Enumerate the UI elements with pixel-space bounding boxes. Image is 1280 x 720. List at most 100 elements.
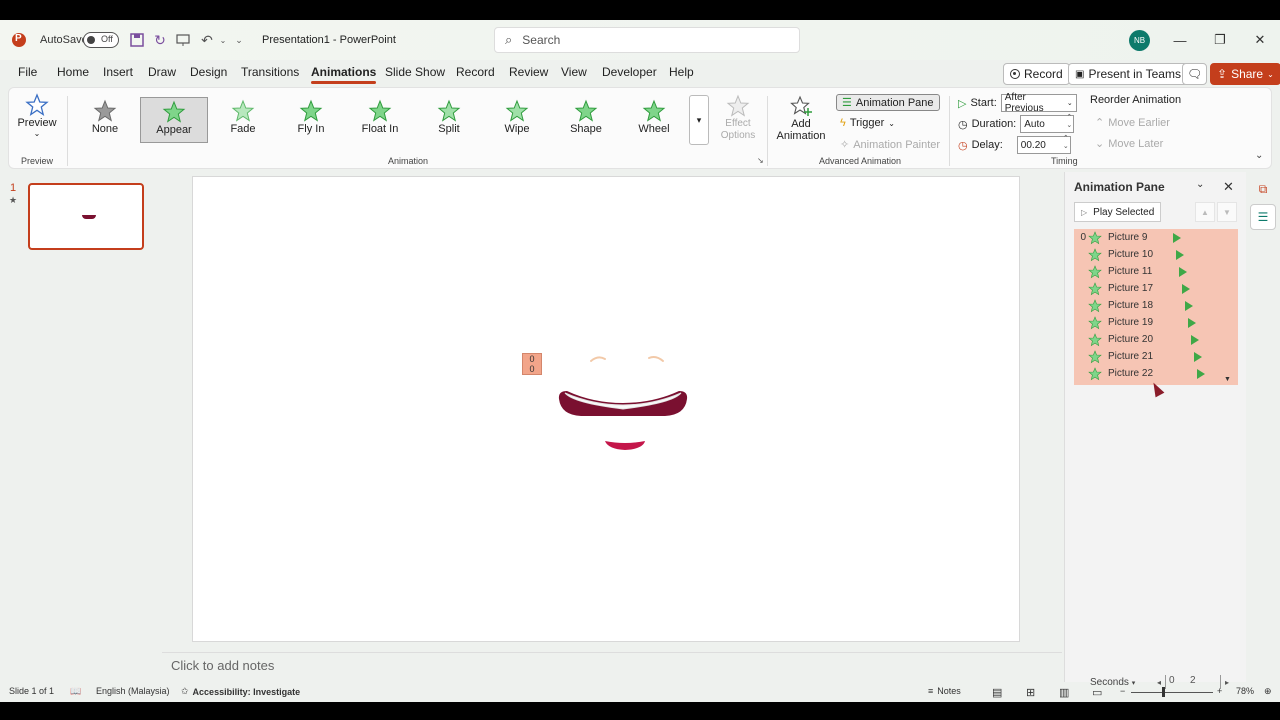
add-animation-label: Add Animation [776, 118, 826, 142]
collapse-ribbon-icon[interactable]: ⌄ [1255, 150, 1263, 161]
animation-fly-in[interactable]: Fly In [277, 97, 345, 143]
animation-split[interactable]: Split [415, 97, 483, 143]
tab-developer[interactable]: Developer [602, 65, 657, 79]
present-in-teams-button[interactable]: ▣ Present in Teams [1068, 63, 1188, 85]
close-pane-icon[interactable]: ✕ [1223, 179, 1234, 195]
play-selected-button[interactable]: ▷ Play Selected [1074, 202, 1162, 222]
timing-bar-icon [1179, 266, 1187, 277]
dialog-launcher-icon[interactable]: ↘ [757, 156, 764, 165]
designer-icon[interactable]: ⧉ [1250, 176, 1276, 202]
tab-design[interactable]: Design [190, 65, 227, 79]
start-label: Start: [970, 97, 997, 109]
slide-sorter-icon[interactable]: ⊞ [1026, 686, 1035, 699]
item-label: Picture 22 [1108, 368, 1154, 379]
list-item[interactable]: Picture 20 [1074, 331, 1238, 348]
slideshow-view-icon[interactable]: ▭ [1092, 686, 1102, 699]
move-later-button[interactable]: ⌄ Move Later [1095, 137, 1163, 151]
slide-thumbnail[interactable] [28, 183, 144, 250]
accessibility-button[interactable]: ✩ Accessibility: Investigate [181, 686, 300, 697]
gallery-more-icon: ▾ [696, 114, 702, 125]
animation-order-tag[interactable]: 0 0 [522, 353, 542, 375]
appear-effect-icon [1088, 281, 1102, 295]
item-dropdown-icon[interactable]: ▼ [1224, 376, 1231, 383]
trigger-button[interactable]: ϟ Trigger ⌄ [840, 117, 895, 129]
share-button[interactable]: ⇪ Share ⌄ [1210, 63, 1280, 85]
zoom-level[interactable]: 78% [1236, 686, 1254, 696]
effect-options-button[interactable]: Effect Options [719, 94, 757, 142]
animation-pane-button[interactable]: ☰ Animation Pane [836, 94, 940, 111]
tab-record[interactable]: Record [456, 65, 495, 79]
animation-wheel[interactable]: Wheel [620, 97, 688, 143]
fade-star-icon [231, 99, 255, 122]
list-item[interactable]: Picture 11 [1074, 263, 1238, 280]
save-icon[interactable] [127, 20, 147, 60]
tab-draw[interactable]: Draw [148, 65, 176, 79]
mouth-illustration[interactable] [553, 353, 693, 453]
zoom-out-icon[interactable]: − [1120, 686, 1125, 696]
autosave-toggle[interactable]: Off [83, 20, 119, 60]
record-button[interactable]: Record [1003, 63, 1070, 85]
tab-view[interactable]: View [561, 65, 587, 79]
tab-review[interactable]: Review [509, 65, 548, 79]
add-animation-button[interactable]: Add Animation [773, 94, 829, 142]
move-up-button[interactable]: ▲ [1195, 202, 1215, 222]
tab-help[interactable]: Help [669, 65, 694, 79]
restore-icon[interactable]: ❐ [1210, 30, 1230, 50]
avatar[interactable]: NB [1129, 30, 1150, 51]
notes-placeholder[interactable]: Click to add notes [171, 658, 274, 673]
tab-animations[interactable]: Animations [311, 65, 377, 84]
animation-pane-icon: ☰ [842, 97, 852, 109]
duration-spinner[interactable]: Auto [1020, 114, 1075, 133]
customize-qat-icon[interactable]: ⌄ [229, 20, 249, 60]
normal-view-icon[interactable]: ▤ [992, 686, 1002, 699]
animation-wipe-label: Wipe [504, 123, 530, 135]
minimize-icon[interactable]: — [1170, 30, 1190, 50]
present-icon[interactable] [173, 20, 193, 60]
tab-home[interactable]: Home [57, 65, 89, 79]
notes-button[interactable]: ≡ Notes [928, 686, 961, 696]
list-item[interactable]: Picture 17 [1074, 280, 1238, 297]
language[interactable]: English (Malaysia) [96, 686, 170, 696]
list-item[interactable]: 0 Picture 9 [1074, 229, 1238, 246]
zoom-in-icon[interactable]: + [1217, 686, 1222, 696]
gallery-more-button[interactable]: ▾ [689, 95, 709, 145]
pane-options-icon[interactable]: ⌄ [1196, 179, 1204, 190]
powerpoint-window: AutoSave Off ↻ ↶ ⌄ ⌄ Presentation1 - Pow… [0, 20, 1280, 702]
search-box[interactable]: ⌕ Search [494, 27, 800, 53]
slide-canvas[interactable]: 0 0 [192, 176, 1020, 642]
move-down-button[interactable]: ▼ [1217, 202, 1237, 222]
list-item[interactable]: Picture 18 [1074, 297, 1238, 314]
animation-float-in[interactable]: Float In [346, 97, 414, 143]
preview-button[interactable]: Preview ⌄ [17, 93, 57, 138]
comments-button[interactable]: 🗨 [1182, 63, 1208, 85]
list-item[interactable]: Picture 22 [1074, 365, 1238, 382]
down-arrow-icon: ⌄ [1095, 138, 1105, 150]
animation-shape[interactable]: Shape [552, 97, 620, 143]
animation-painter-button[interactable]: ✧ Animation Painter [840, 138, 940, 152]
animation-pane-rail-icon[interactable]: ☰ [1250, 204, 1276, 230]
start-dropdown[interactable]: After Previous ⌄ [1000, 92, 1077, 114]
list-item[interactable]: Picture 10 [1074, 246, 1238, 263]
tab-insert[interactable]: Insert [103, 65, 133, 79]
list-item[interactable]: Picture 19 [1074, 314, 1238, 331]
zoom-slider-thumb[interactable] [1162, 687, 1165, 697]
spelling-icon[interactable]: 📖 [70, 686, 81, 697]
redo-circle-icon[interactable]: ↻ [150, 20, 170, 60]
reading-view-icon[interactable]: ▥ [1059, 686, 1069, 699]
tab-transitions[interactable]: Transitions [241, 65, 299, 79]
animation-wipe[interactable]: Wipe [483, 97, 551, 143]
fit-to-window-icon[interactable]: ⊕ [1264, 686, 1272, 697]
close-window-icon[interactable]: ✕ [1250, 30, 1270, 50]
tab-file[interactable]: File [18, 65, 37, 79]
animation-appear[interactable]: Appear [140, 97, 208, 143]
animation-none[interactable]: None [71, 97, 139, 143]
tab-slide-show[interactable]: Slide Show [385, 65, 445, 79]
share-label: Share [1231, 67, 1264, 81]
chevron-down-icon: ⌄ [1267, 69, 1274, 79]
animation-fade[interactable]: Fade [209, 97, 277, 143]
list-item[interactable]: Picture 21 [1074, 348, 1238, 365]
fly-in-star-icon [299, 99, 323, 122]
move-earlier-button[interactable]: ⌃ Move Earlier [1095, 116, 1170, 130]
delay-spinner[interactable]: 00.20 [1016, 135, 1071, 154]
zoom-slider[interactable] [1131, 692, 1213, 693]
